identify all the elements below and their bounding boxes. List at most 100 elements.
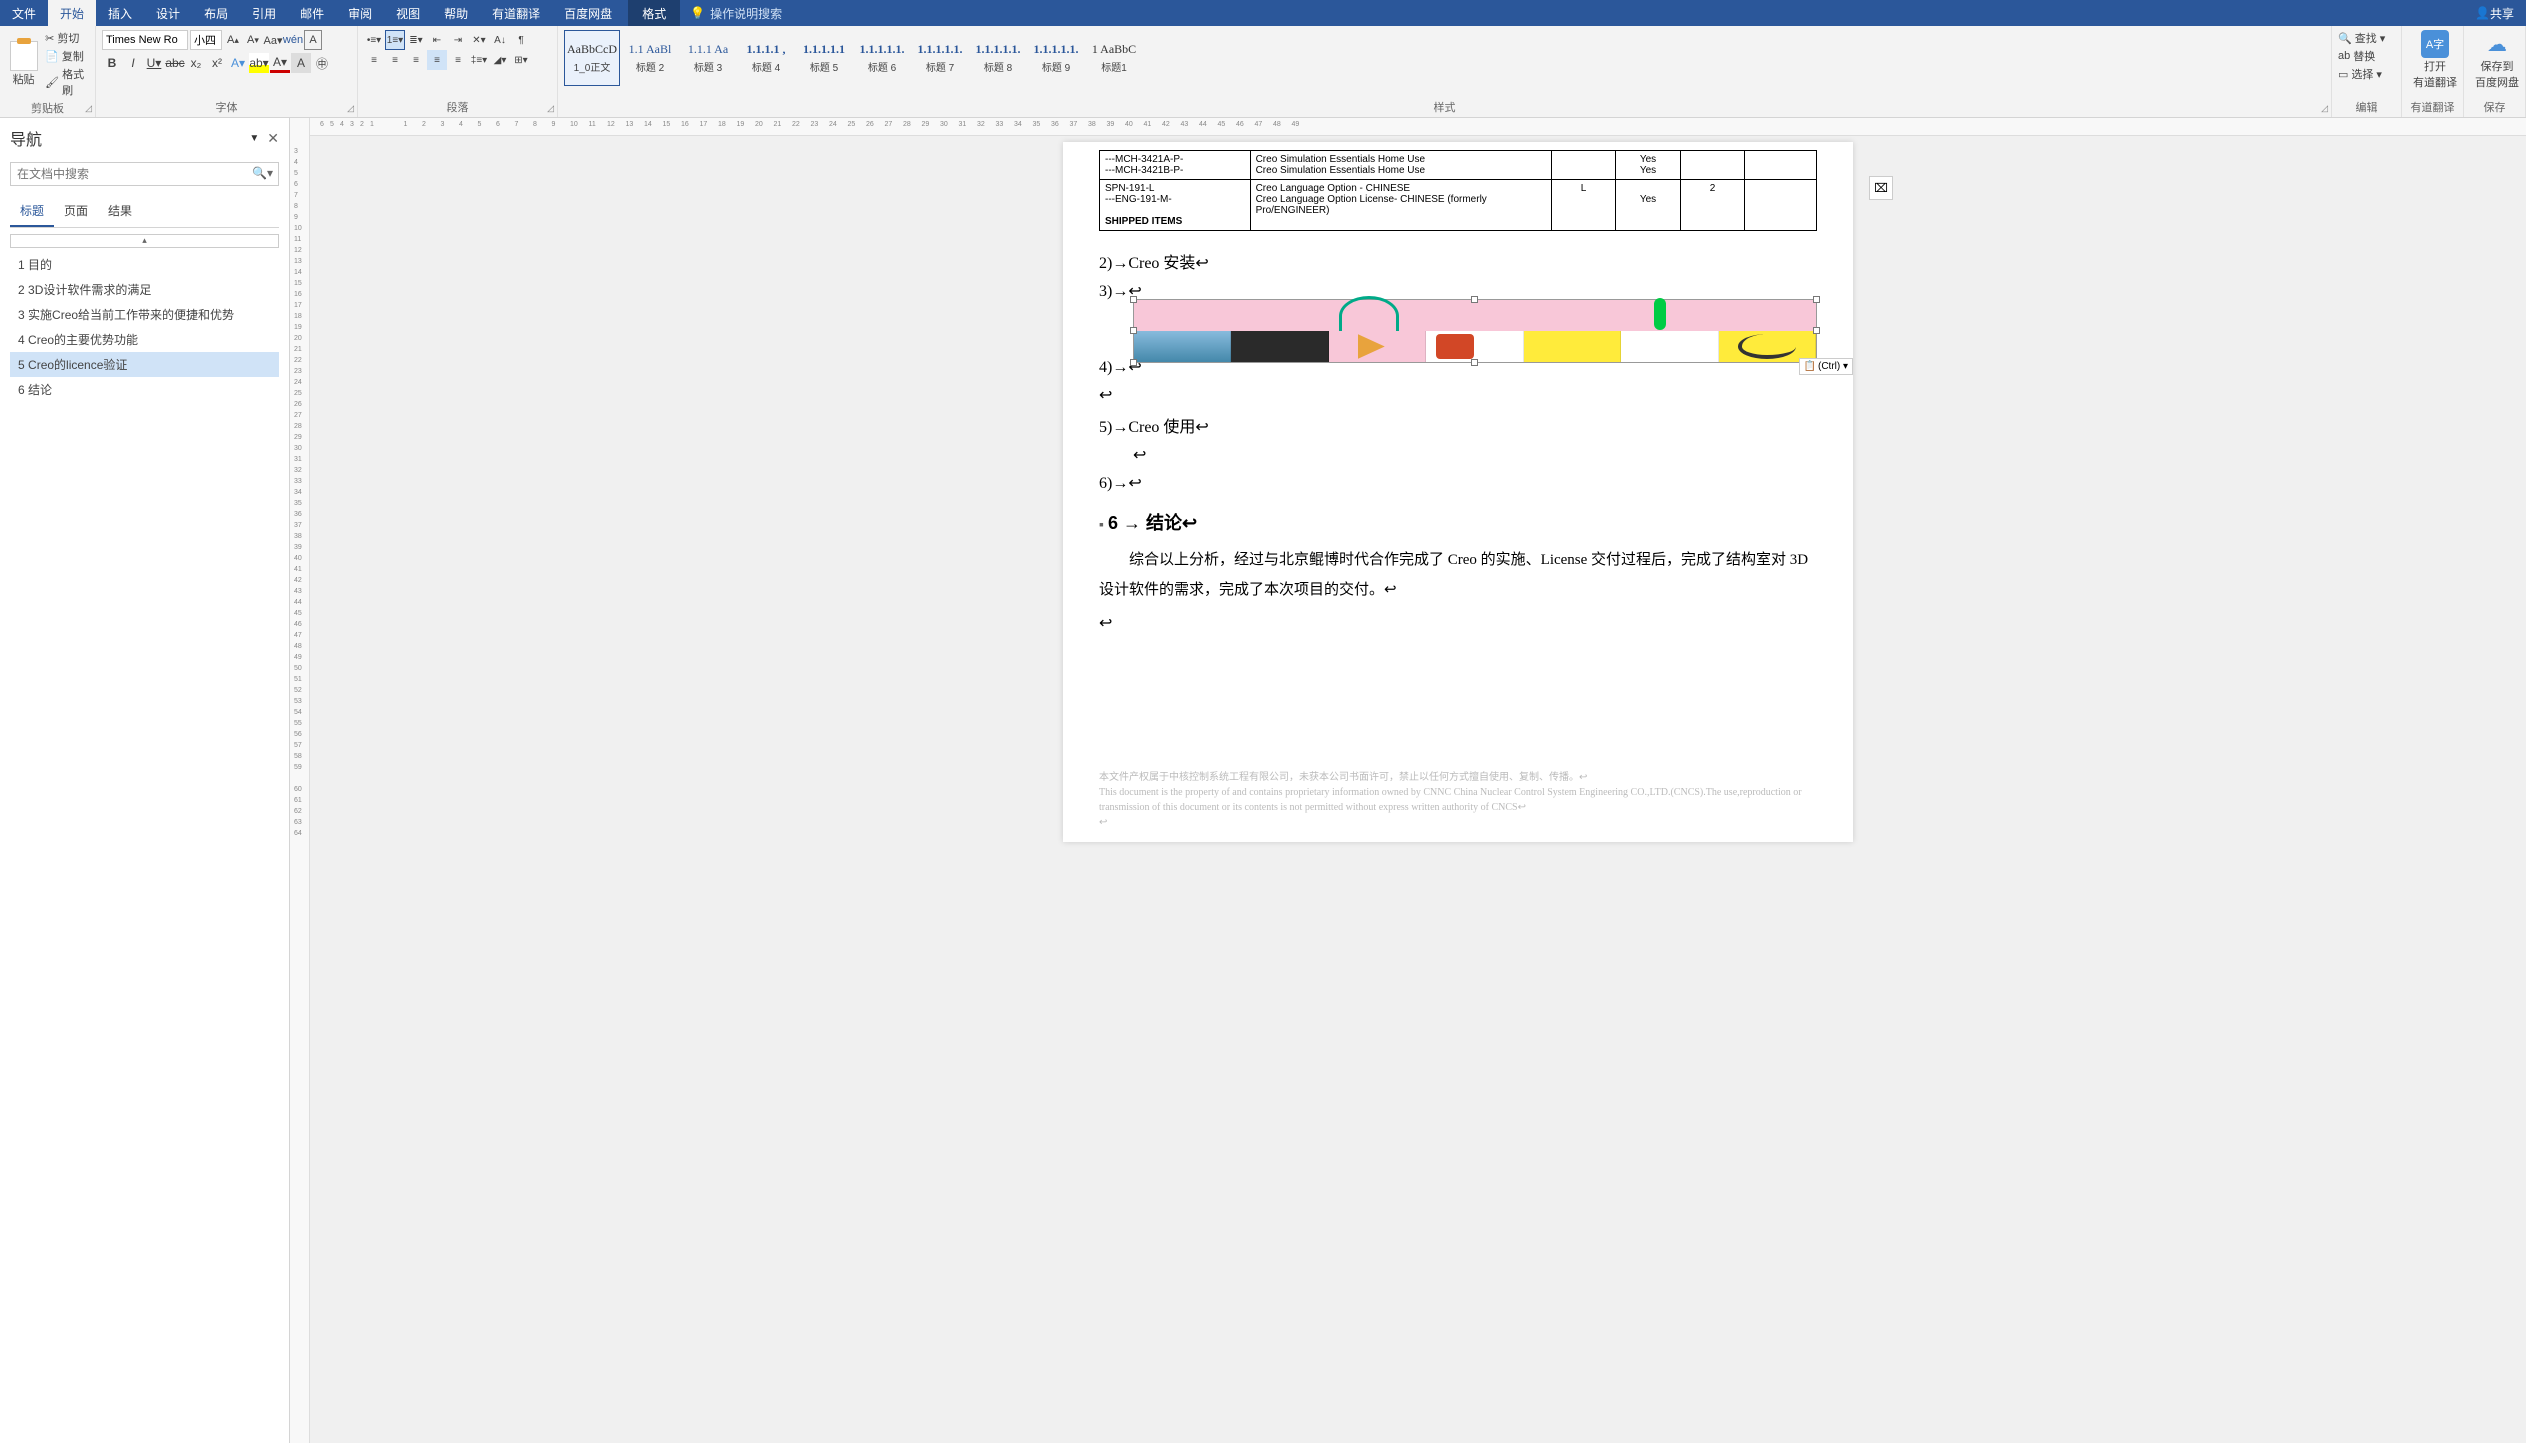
replace-button[interactable]: ab替换 — [2338, 48, 2395, 64]
increase-indent-button[interactable]: ⇥ — [448, 30, 468, 50]
strikethrough-button[interactable]: abc — [165, 53, 185, 73]
style-item-h5[interactable]: 1.1.1.1.1标题 5 — [796, 30, 852, 86]
tab-help[interactable]: 帮助 — [432, 0, 480, 26]
tab-baidu[interactable]: 百度网盘 — [552, 0, 624, 26]
change-case-button[interactable]: Aa▾ — [264, 30, 282, 50]
italic-button[interactable]: I — [123, 53, 143, 73]
style-item-h8[interactable]: 1.1.1.1.1.标题 8 — [970, 30, 1026, 86]
subscript-button[interactable]: x₂ — [186, 53, 206, 73]
nav-item-1[interactable]: 1 目的 — [10, 252, 279, 277]
paragraph-dialog-launcher[interactable]: ◿ — [547, 103, 554, 114]
superscript-button[interactable]: x² — [207, 53, 227, 73]
style-item-h1[interactable]: 1 AaBbC标题1 — [1086, 30, 1142, 86]
shading-button[interactable]: ◢▾ — [490, 50, 510, 70]
tab-home[interactable]: 开始 — [48, 0, 96, 26]
borders-button[interactable]: ⊞▾ — [511, 50, 531, 70]
nav-tab-pages[interactable]: 页面 — [54, 196, 98, 227]
nav-search-input[interactable] — [10, 162, 279, 186]
line-spacing-button[interactable]: ‡≡▾ — [469, 50, 489, 70]
style-item-h6[interactable]: 1.1.1.1.1.标题 6 — [854, 30, 910, 86]
styles-dialog-launcher[interactable]: ◿ — [2321, 103, 2328, 114]
nav-item-6[interactable]: 6 结论 — [10, 377, 279, 402]
phonetic-guide-button[interactable]: wén — [284, 30, 302, 50]
bullets-button[interactable]: •≡▾ — [364, 30, 384, 50]
find-button[interactable]: 🔍查找▾ — [2338, 30, 2395, 46]
paste-options-badge[interactable]: 📋(Ctrl) ▾ — [1799, 358, 1853, 375]
style-item-h7[interactable]: 1.1.1.1.1.标题 7 — [912, 30, 968, 86]
clipboard-dialog-launcher[interactable]: ◿ — [85, 103, 92, 114]
font-name-select[interactable] — [102, 30, 188, 50]
text-effects-button[interactable]: A▾ — [228, 53, 248, 73]
brush-icon: 🖌 — [45, 76, 59, 89]
shrink-font-button[interactable]: A▾ — [244, 30, 262, 50]
tab-references[interactable]: 引用 — [240, 0, 288, 26]
nav-item-4[interactable]: 4 Creo的主要优势功能 — [10, 327, 279, 352]
group-clipboard-label: 剪贴板 — [6, 98, 89, 116]
align-center-button[interactable]: ≡ — [385, 50, 405, 70]
asian-layout-button[interactable]: ✕▾ — [469, 30, 489, 50]
styles-gallery[interactable]: AaBbCcD1_0正文 1.1 AaBl标题 2 1.1.1 Aa标题 3 1… — [564, 30, 2325, 86]
page-scroll[interactable]: ⌧ ---MCH-3421A-P----MCH-3421B-P- Creo Si… — [400, 136, 2516, 1443]
highlight-button[interactable]: ab▾ — [249, 53, 269, 73]
open-youdao-button[interactable]: A字 打开有道翻译 — [2408, 30, 2462, 90]
nav-dropdown[interactable]: ▼ — [249, 133, 259, 144]
tab-youdao[interactable]: 有道翻译 — [480, 0, 552, 26]
title-bar: 文件 开始 插入 设计 布局 引用 邮件 审阅 视图 帮助 有道翻译 百度网盘 … — [0, 0, 2526, 26]
tab-layout[interactable]: 布局 — [192, 0, 240, 26]
grow-font-button[interactable]: A▴ — [224, 30, 242, 50]
multilevel-button[interactable]: ≣▾ — [406, 30, 426, 50]
decrease-indent-button[interactable]: ⇤ — [427, 30, 447, 50]
search-icon[interactable]: 🔍▾ — [252, 166, 273, 180]
align-left-button[interactable]: ≡ — [364, 50, 384, 70]
tell-me-search[interactable]: 💡 操作说明搜索 — [690, 5, 782, 22]
tab-mailings[interactable]: 邮件 — [288, 0, 336, 26]
char-shading-button[interactable]: A — [291, 53, 311, 73]
select-button[interactable]: ▭选择▾ — [2338, 66, 2395, 82]
tab-review[interactable]: 审阅 — [336, 0, 384, 26]
embedded-image-selected[interactable] — [1133, 299, 1817, 363]
paste-icon[interactable] — [10, 41, 38, 71]
nav-expand-all[interactable]: ▴ — [10, 234, 279, 248]
char-border-button[interactable]: A — [304, 30, 322, 50]
nav-tab-headings[interactable]: 标题 — [10, 196, 54, 227]
table-row: SPN-191-L---ENG-191-M-SHIPPED ITEMS Creo… — [1100, 180, 1817, 231]
layout-options-button[interactable]: ⌧ — [1869, 176, 1893, 200]
copy-button[interactable]: 📄复制 — [45, 48, 89, 64]
font-color-button[interactable]: A▾ — [270, 53, 290, 73]
bold-button[interactable]: B — [102, 53, 122, 73]
format-painter-button[interactable]: 🖌格式刷 — [45, 66, 89, 98]
tab-format[interactable]: 格式 — [628, 0, 680, 26]
enclose-char-button[interactable]: ㊥ — [312, 53, 332, 73]
underline-button[interactable]: U▾ — [144, 53, 164, 73]
style-item-h9[interactable]: 1.1.1.1.1.标题 9 — [1028, 30, 1084, 86]
style-item-h3[interactable]: 1.1.1 Aa标题 3 — [680, 30, 736, 86]
sort-button[interactable]: A↓ — [490, 30, 510, 50]
show-marks-button[interactable]: ¶ — [511, 30, 531, 50]
font-size-select[interactable] — [190, 30, 222, 50]
tab-insert[interactable]: 插入 — [96, 0, 144, 26]
nav-item-5[interactable]: 5 Creo的licence验证 — [10, 352, 279, 377]
paste-label[interactable]: 粘贴 — [13, 71, 35, 87]
cut-button[interactable]: ✂剪切 — [45, 30, 89, 46]
share-button[interactable]: 👤 共享 — [2463, 5, 2526, 22]
save-baidu-button[interactable]: ☁ 保存到百度网盘 — [2470, 30, 2524, 90]
horizontal-ruler[interactable]: 6543211234567891011121314151617181920212… — [310, 118, 2526, 136]
nav-title: 导航 — [10, 126, 42, 150]
distributed-button[interactable]: ≡ — [448, 50, 468, 70]
style-item-h4[interactable]: 1.1.1.1 ,标题 4 — [738, 30, 794, 86]
style-item-h2[interactable]: 1.1 AaBl标题 2 — [622, 30, 678, 86]
align-right-button[interactable]: ≡ — [406, 50, 426, 70]
numbering-button[interactable]: 1≡▾ — [385, 30, 405, 50]
tab-file[interactable]: 文件 — [0, 0, 48, 26]
group-paragraph-label: 段落 — [364, 97, 551, 115]
tab-design[interactable]: 设计 — [144, 0, 192, 26]
nav-item-3[interactable]: 3 实施Creo给当前工作带来的便捷和优势 — [10, 302, 279, 327]
vertical-ruler[interactable]: 3456789101112131415161718192021222324252… — [290, 118, 310, 1443]
tab-view[interactable]: 视图 — [384, 0, 432, 26]
nav-close-button[interactable]: ✕ — [267, 130, 279, 147]
font-dialog-launcher[interactable]: ◿ — [347, 103, 354, 114]
justify-button[interactable]: ≡ — [427, 50, 447, 70]
style-item-normal[interactable]: AaBbCcD1_0正文 — [564, 30, 620, 86]
nav-tab-results[interactable]: 结果 — [98, 196, 142, 227]
nav-item-2[interactable]: 2 3D设计软件需求的满足 — [10, 277, 279, 302]
